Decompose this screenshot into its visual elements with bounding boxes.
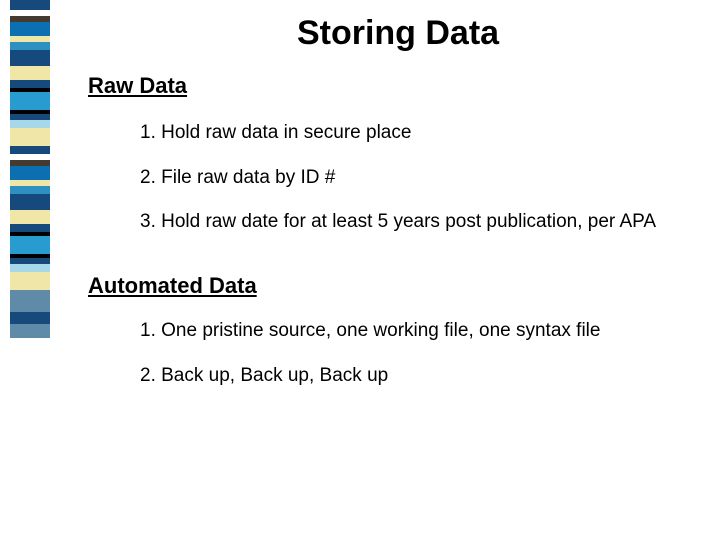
slide: Storing Data Raw Data 1. Hold raw data i… [0,0,720,540]
decorative-left-band [10,0,50,340]
slide-content: Storing Data Raw Data 1. Hold raw data i… [88,14,700,408]
decorative-stripe [10,50,50,66]
decorative-stripe [10,42,50,50]
list-item: 2. File raw data by ID # [88,166,700,191]
decorative-stripe [10,80,50,88]
decorative-stripe [10,264,50,272]
slide-title: Storing Data [188,14,608,53]
decorative-stripe [10,146,50,154]
decorative-stripe [10,166,50,180]
decorative-stripe [10,128,50,146]
decorative-stripe [10,290,50,312]
list-item: 1. One pristine source, one working file… [88,319,700,344]
list-item: 1. Hold raw data in secure place [88,121,700,146]
decorative-stripe [10,324,50,338]
decorative-stripe [10,92,50,110]
decorative-stripe [10,22,50,36]
decorative-stripe [10,66,50,80]
section-heading-raw-data: Raw Data [88,73,700,99]
decorative-stripe [10,120,50,128]
decorative-stripe [10,224,50,232]
decorative-stripe [10,186,50,194]
decorative-stripe [10,312,50,324]
decorative-stripe [10,0,50,10]
decorative-stripe [10,194,50,210]
section-heading-automated-data: Automated Data [88,273,700,299]
decorative-stripe [10,236,50,254]
decorative-stripe [10,272,50,290]
list-item: 2. Back up, Back up, Back up [88,364,700,389]
decorative-stripe [10,210,50,224]
list-item: 3. Hold raw date for at least 5 years po… [88,210,700,235]
